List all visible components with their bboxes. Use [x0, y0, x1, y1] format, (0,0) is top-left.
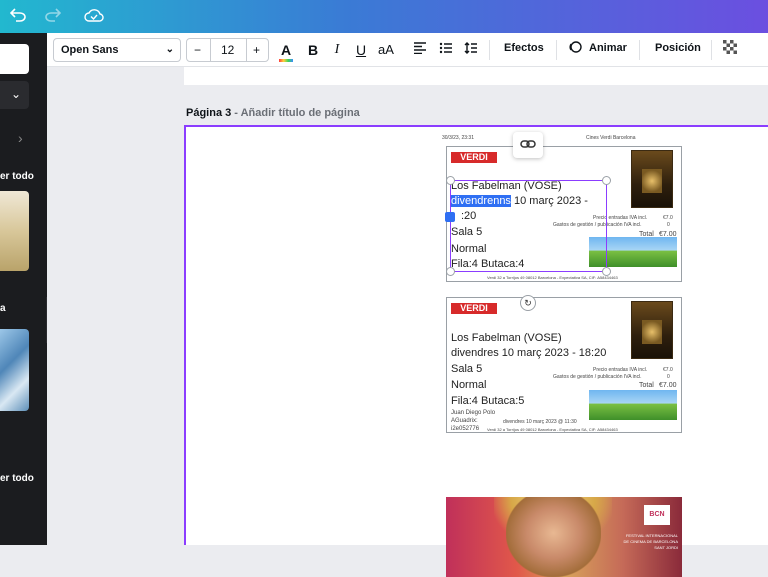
- rotate-icon[interactable]: ↻: [520, 295, 536, 311]
- movie-poster: [631, 150, 673, 208]
- side-search-input[interactable]: [0, 44, 29, 74]
- room: Sala 5: [451, 363, 483, 375]
- chevron-right-icon[interactable]: ›: [18, 130, 23, 146]
- translate-icon[interactable]: [445, 212, 455, 222]
- festival-banner[interactable]: BCN FESTIVAL INTERNACIONAL DE CINEMA DE …: [446, 497, 682, 577]
- font-name: Open Sans: [61, 44, 119, 56]
- position-button[interactable]: Posición: [655, 42, 701, 54]
- price-value: €7.0: [663, 367, 673, 373]
- face-shape: [506, 497, 601, 577]
- align-left-icon[interactable]: [412, 40, 428, 60]
- font-size-value[interactable]: 12: [221, 43, 234, 57]
- festival-line-3: SANT JORDI: [654, 545, 678, 550]
- verdi-logo: VERDI: [451, 303, 497, 314]
- link-icon[interactable]: [513, 132, 543, 158]
- page-number: Página 3: [186, 107, 232, 119]
- font-size-stepper[interactable]: − 12 +: [186, 38, 269, 62]
- print-date: 30/3/23, 23:31: [442, 135, 474, 141]
- bold-button[interactable]: B: [305, 40, 321, 60]
- underline-button[interactable]: U: [353, 40, 369, 60]
- page-3[interactable]: 30/3/23, 23:31 Cines Verdi Barcelona VER…: [184, 125, 768, 577]
- customer-agua: AGuadrix:: [451, 418, 478, 424]
- resize-handle[interactable]: [446, 176, 455, 185]
- text-color-icon: A: [280, 42, 292, 58]
- redo-icon[interactable]: [40, 3, 66, 29]
- section-letter: a: [0, 303, 6, 314]
- design-canvas[interactable]: Página 3 - Añadir título de página 30/3/…: [47, 67, 768, 577]
- template-thumbnail[interactable]: [0, 191, 29, 271]
- ticket-type: Normal: [451, 379, 487, 391]
- effects-button[interactable]: Efectos: [504, 42, 544, 54]
- movie-date: divendres 10 març 2023 - 18:20: [451, 347, 607, 359]
- transparency-icon[interactable]: [722, 40, 738, 60]
- ticket-code: i2e052776: [451, 426, 480, 432]
- festival-logo: BCN: [644, 505, 670, 525]
- movie-title: Los Fabelman (VOSE): [451, 332, 562, 344]
- fees-value: 0: [667, 374, 670, 380]
- font-family-select[interactable]: Open Sans ⌄: [53, 38, 181, 62]
- resize-handle[interactable]: [602, 267, 611, 276]
- divider: [556, 40, 557, 60]
- undo-icon[interactable]: [5, 3, 31, 29]
- purchase-date: divendres 10 març 2023 @ 11:30: [503, 419, 577, 425]
- photo-thumbnail[interactable]: [0, 329, 29, 411]
- decrease-size-button[interactable]: −: [194, 43, 201, 57]
- cloud-check-icon[interactable]: [81, 3, 107, 29]
- movie-poster: [631, 301, 673, 359]
- price-label: Precio entradas IVA incl.: [593, 367, 648, 373]
- increase-size-button[interactable]: +: [253, 43, 260, 57]
- total-label: Total: [639, 382, 654, 389]
- divider: [639, 40, 640, 60]
- seat: Fila:4 Butaca:5: [451, 395, 525, 407]
- add-page-title[interactable]: - Añadir título de página: [231, 107, 360, 119]
- animate-icon[interactable]: [567, 40, 583, 60]
- price-value: €7.0: [663, 215, 673, 221]
- ticket-2[interactable]: VERDI Los Fabelman (VOSE) divendres 10 m…: [446, 297, 682, 433]
- text-toolbar: Open Sans ⌄ − 12 + A B I U aA Efectos An…: [47, 33, 768, 67]
- verdi-logo: VERDI: [451, 152, 497, 163]
- total-value: €7.00: [659, 382, 677, 389]
- text-selection-box[interactable]: [450, 180, 607, 272]
- divider: [489, 40, 490, 60]
- top-bar: [0, 0, 768, 33]
- landscape-image: [589, 390, 677, 420]
- customer-name: Juan Diego Polo: [451, 410, 496, 416]
- print-cinema: Cines Verdi Barcelona: [586, 135, 636, 141]
- resize-handle[interactable]: [446, 267, 455, 276]
- fees-value: 0: [667, 222, 670, 228]
- side-panel: ⌄ › er todo a er todo: [0, 33, 47, 545]
- bulleted-list-icon[interactable]: [438, 40, 454, 60]
- ticket-footer: Verdi 32 a Torrijos 49 08012 Barcelona -…: [487, 275, 618, 280]
- side-dropdown[interactable]: ⌄: [0, 81, 29, 109]
- festival-line-1: FESTIVAL INTERNACIONAL: [625, 533, 678, 538]
- line-spacing-icon[interactable]: [463, 40, 479, 60]
- chevron-down-icon: ⌄: [165, 44, 174, 55]
- see-all-link[interactable]: er todo: [0, 171, 34, 182]
- festival-line-2: DE CINEMA DE BARCELONA: [623, 539, 678, 544]
- letter-case-button[interactable]: aA: [375, 40, 397, 60]
- chevron-down-icon: ⌄: [10, 87, 21, 101]
- divider: [711, 40, 712, 60]
- page-title[interactable]: Página 3 - Añadir título de página: [186, 107, 360, 119]
- fees-label: Gastos de gestión / publicación IVA incl…: [553, 374, 642, 380]
- animate-button[interactable]: Animar: [589, 42, 627, 54]
- ticket-footer: Verdi 32 a Torrijos 49 08012 Barcelona -…: [487, 427, 618, 432]
- resize-handle[interactable]: [602, 176, 611, 185]
- text-color-button[interactable]: A: [278, 40, 294, 62]
- previous-page[interactable]: [184, 67, 768, 85]
- see-all-link[interactable]: er todo: [0, 473, 34, 484]
- festival-logo-text: BCN: [649, 511, 665, 518]
- italic-button[interactable]: I: [329, 40, 345, 60]
